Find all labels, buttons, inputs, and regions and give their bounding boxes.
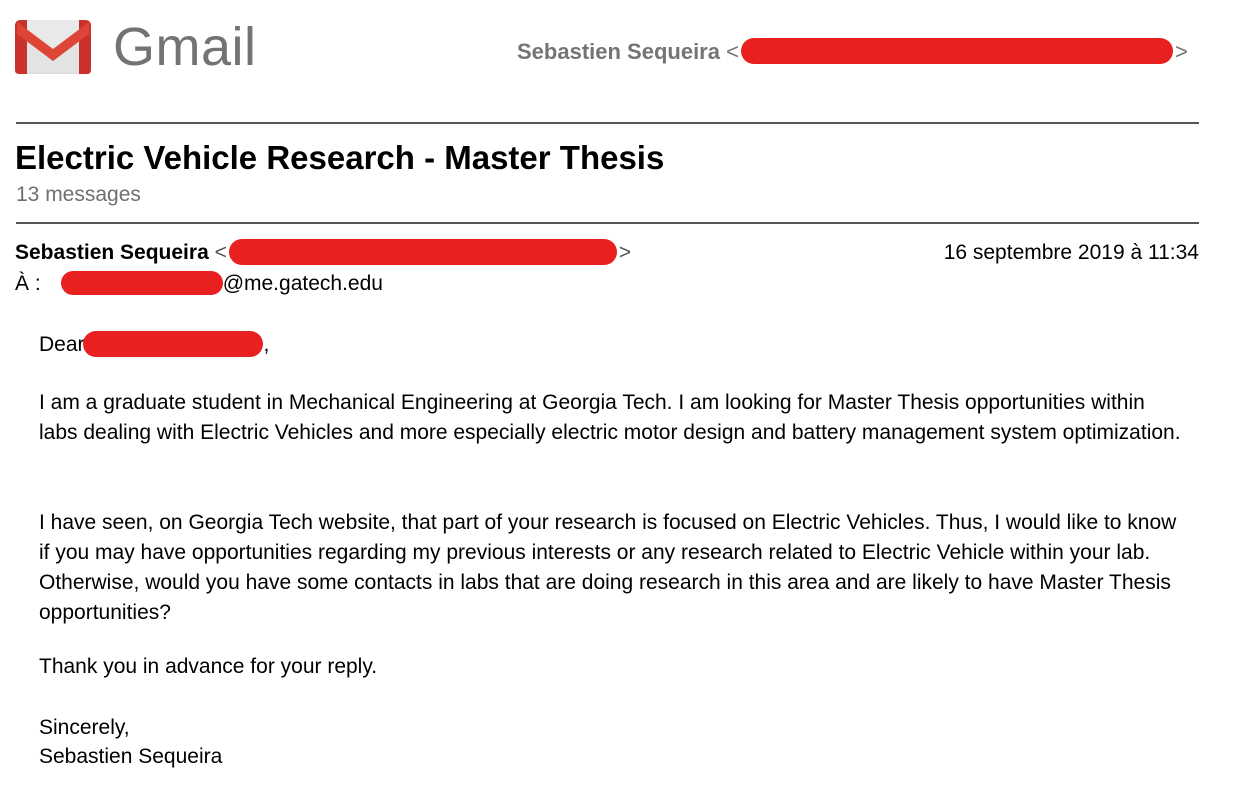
sender-email-redaction	[228, 239, 617, 266]
body-paragraph-3: Thank you in advance for your reply.	[39, 655, 378, 678]
message-date: 16 septembre 2019 à 11:34	[943, 241, 1199, 264]
message-sender: Sebastien Sequeira < >	[15, 239, 632, 266]
gmail-wordmark: Gmail	[113, 17, 257, 77]
recipient-redaction	[60, 271, 223, 296]
account-name: Sebastien Sequeira	[517, 39, 720, 64]
signature: Sebastien Sequeira	[39, 745, 223, 768]
gmail-print-view: Gmail Sebastien Sequeira < > Electric Veh…	[0, 0, 1234, 802]
to-label: À :	[15, 272, 41, 295]
sender-open-bracket: <	[214, 241, 227, 264]
message-recipient: À : @me.gatech.edu	[15, 271, 383, 297]
thread-subject: Electric Vehicle Research - Master Thesi…	[15, 139, 665, 176]
message-body: Dear, I am a graduate student in Mechani…	[39, 330, 1189, 768]
body-paragraph-1: I am a graduate student in Mechanical En…	[39, 391, 1181, 444]
account-open-bracket: <	[726, 39, 739, 64]
thread-divider	[16, 222, 1199, 224]
thread-message-count: 13 messages	[16, 183, 141, 206]
account-header: Sebastien Sequeira < >	[517, 38, 1188, 66]
greeting-name-redaction	[82, 331, 263, 358]
account-email-redaction	[740, 38, 1173, 65]
greeting-suffix: ,	[263, 333, 270, 356]
sender-name: Sebastien Sequeira	[15, 241, 209, 264]
body-paragraph-2: I have seen, on Georgia Tech website, th…	[39, 511, 1177, 624]
greeting-prefix: Dear	[39, 333, 85, 356]
closing: Sincerely,	[39, 716, 130, 739]
greeting: Dear,	[39, 330, 1189, 360]
recipient-domain: @me.gatech.edu	[222, 272, 383, 295]
sender-close-bracket: >	[618, 241, 632, 264]
account-close-bracket: >	[1174, 39, 1188, 64]
gmail-m-logo-icon	[15, 20, 91, 74]
header-divider	[16, 122, 1199, 124]
